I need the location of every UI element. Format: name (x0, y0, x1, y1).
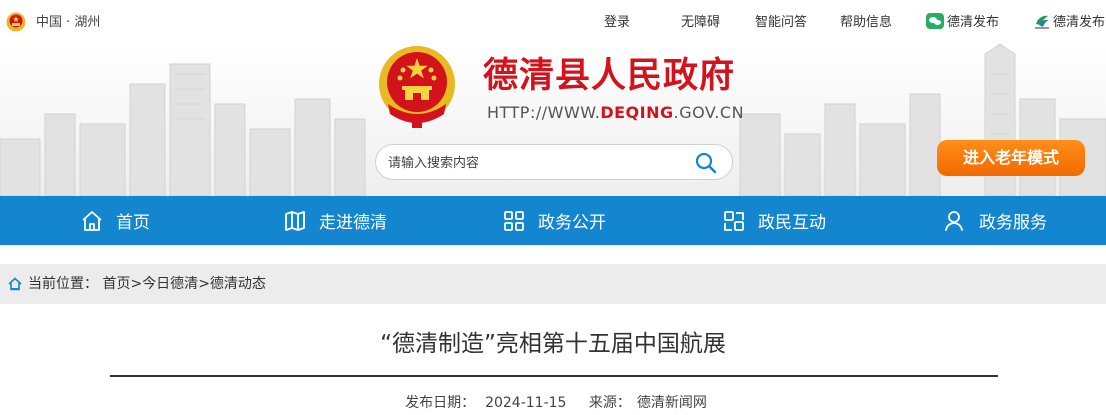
home-icon (82, 210, 102, 231)
nav-item-open-affairs[interactable]: 政务公开 (502, 196, 606, 245)
nav-item-interaction[interactable]: 政民互动 (722, 196, 826, 245)
nav-item-label: 走进德清 (319, 213, 387, 233)
breadcrumb-trail: 当前位置： 首页>今日德清>德清动态 (28, 275, 266, 293)
nav-item-about[interactable]: 走进德清 (283, 196, 387, 245)
app-logo-icon (1035, 15, 1049, 29)
national-emblem-logo (379, 46, 455, 128)
help-link[interactable]: 帮助信息 (840, 14, 892, 32)
search-input[interactable] (386, 152, 680, 174)
breadcrumb: 当前位置： 首页>今日德清>德清动态 (0, 264, 1106, 304)
breadcrumb-separator: > (198, 276, 210, 292)
breadcrumb-separator: > (130, 276, 143, 292)
nav-item-home[interactable]: 首页 (80, 196, 150, 245)
breadcrumb-item-home[interactable]: 首页 (102, 276, 130, 292)
top-bar: 中国 · 湖州 登录 无障碍 智能问答 帮助信息 德清发布 德清发布 (0, 0, 1106, 44)
map-icon (285, 210, 305, 231)
smart-qa-link[interactable]: 智能问答 (755, 14, 807, 32)
accessibility-link[interactable]: 无障碍 (681, 14, 720, 32)
nav-item-label: 首页 (116, 213, 150, 233)
nav-item-services[interactable]: 政务服务 (943, 196, 1047, 245)
nav-item-label: 政务公开 (538, 213, 606, 233)
article-title: “德清制造”亮相第十五届中国航展 (380, 331, 726, 357)
header-banner: 德清县人民政府 HTTP://WWW.DEQING.GOV.CN 进入老年模式 (0, 44, 1106, 196)
home-icon (8, 277, 22, 291)
publish-date: 发布日期： 2024-11-15 (405, 395, 567, 411)
breadcrumb-prefix: 当前位置： (28, 276, 98, 292)
article-source: 来源： 德清新闻网 (588, 395, 707, 411)
login-link[interactable]: 登录 (604, 14, 630, 32)
grid-icon (504, 210, 524, 231)
elder-mode-button[interactable]: 进入老年模式 (937, 140, 1085, 176)
site-url: HTTP://WWW.DEQING.GOV.CN (487, 103, 745, 122)
user-icon (945, 210, 963, 231)
interaction-icon (724, 210, 744, 231)
national-emblem-icon (6, 12, 26, 32)
breadcrumb-item-today[interactable]: 今日德清 (142, 276, 198, 292)
main-nav: 首页 走进德清 政务公开 政民互动 政务服务 (0, 196, 1106, 245)
article-meta: 发布日期： 2024-11-15 来源： 德清新闻网 (0, 394, 1106, 412)
breadcrumb-item-news[interactable]: 德清动态 (210, 276, 266, 292)
nav-item-label: 政民互动 (758, 213, 826, 233)
wechat-icon (926, 13, 944, 29)
region-label: 中国 · 湖州 (36, 15, 101, 30)
wechat-publish-link[interactable]: 德清发布 (947, 14, 999, 32)
nav-item-label: 政务服务 (979, 213, 1047, 233)
title-divider (110, 375, 998, 377)
search-box (375, 144, 733, 180)
app-publish-link[interactable]: 德清发布 (1053, 14, 1105, 32)
site-title: 德清县人民政府 (483, 56, 736, 95)
search-icon[interactable] (694, 151, 718, 175)
